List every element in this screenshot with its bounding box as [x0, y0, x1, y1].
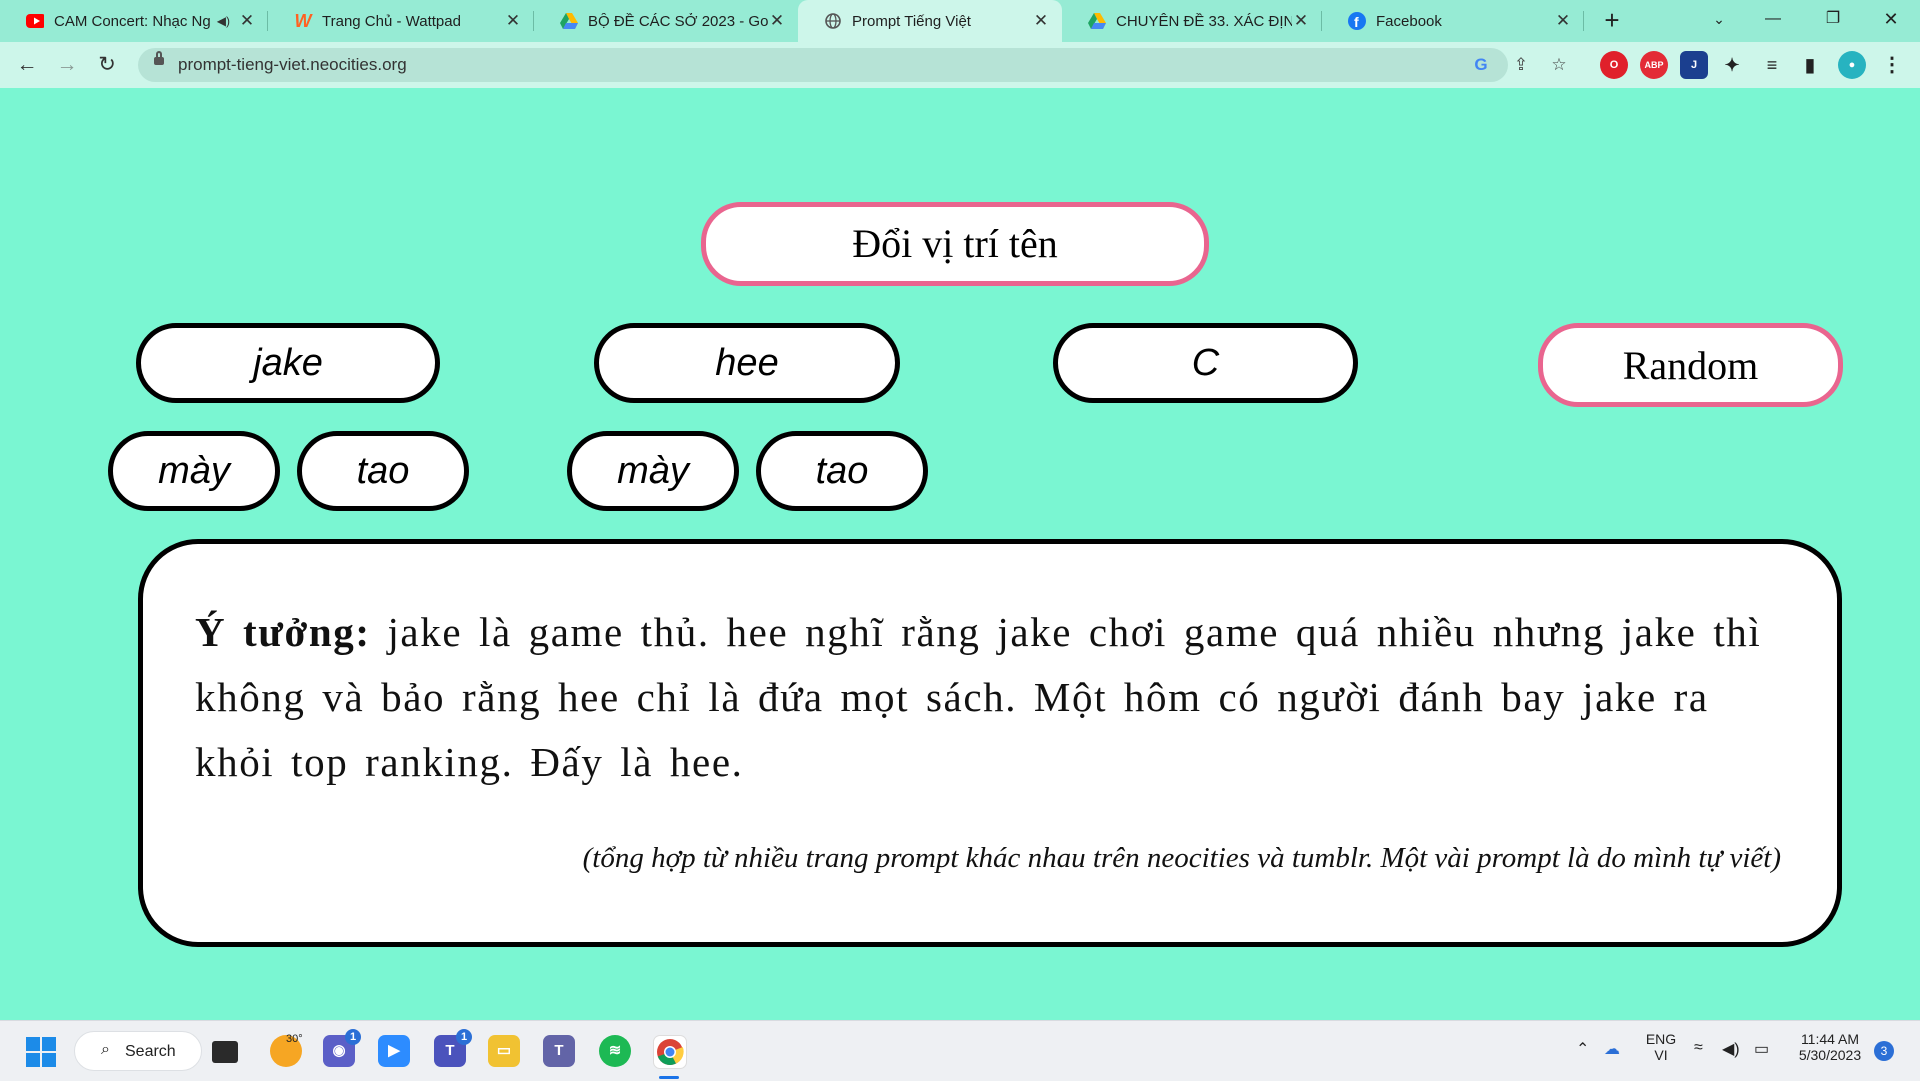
search-label: Search — [125, 1043, 176, 1060]
pronoun-me-1[interactable]: tao — [297, 431, 469, 511]
notification-badge[interactable]: 3 — [1874, 1041, 1894, 1061]
lock-icon — [154, 51, 164, 65]
j-extension-icon[interactable]: J — [1680, 51, 1708, 79]
tab-title: CHUYÊN ĐỀ 33. XÁC ĐỊNH — [1116, 12, 1292, 30]
spotify-icon[interactable]: ≋ — [599, 1035, 631, 1067]
tab-prompt-tieng-viet[interactable]: Prompt Tiếng Việt ✕ — [798, 0, 1062, 42]
search-icon: ⌕ — [101, 1041, 110, 1058]
bookmark-star-icon[interactable]: ☆ — [1548, 54, 1570, 76]
google-drive-icon — [1088, 12, 1106, 30]
pronoun-me-2[interactable]: tao — [756, 431, 928, 511]
volume-icon[interactable]: ◀) — [1722, 1039, 1740, 1059]
tab-facebook[interactable]: f Facebook ✕ — [1322, 0, 1584, 42]
new-tab-button[interactable]: + — [1597, 5, 1627, 35]
url-text[interactable]: prompt-tieng-viet.neocities.org — [178, 55, 407, 75]
tab-strip: CAM Concert: Nhạc Ng ◀) ✕ W Trang Chủ - … — [0, 0, 1920, 42]
address-bar[interactable]: prompt-tieng-viet.neocities.org G ⇪ ☆ — [138, 48, 1567, 82]
zoom-icon[interactable]: ▶ — [378, 1035, 410, 1067]
close-window-button[interactable]: ✕ — [1868, 0, 1914, 40]
weather-temp: 30° — [286, 1033, 303, 1045]
tab-title: BỘ ĐỀ CÁC SỞ 2023 - Goog — [588, 12, 768, 30]
chrome-icon[interactable] — [653, 1035, 687, 1069]
pronoun-you-1[interactable]: mày — [108, 431, 280, 511]
browser-toolbar: ← → ↻ prompt-tieng-viet.neocities.org G … — [0, 42, 1920, 88]
teams-icon[interactable]: T1 — [434, 1029, 472, 1067]
task-view-icon[interactable] — [212, 1041, 238, 1063]
forward-button[interactable]: → — [52, 50, 82, 80]
reload-button[interactable]: ↻ — [92, 50, 122, 80]
tab-google-drive-1[interactable]: BỘ ĐỀ CÁC SỞ 2023 - Goog ✕ — [534, 0, 798, 42]
svg-text:f: f — [1354, 14, 1359, 30]
tab-youtube[interactable]: CAM Concert: Nhạc Ng ◀) ✕ — [0, 0, 268, 42]
globe-icon — [824, 12, 842, 30]
clock-time: 11:44 AM — [1800, 1031, 1860, 1047]
teams-badge: 1 — [456, 1029, 472, 1045]
source-footnote: (tổng hợp từ nhiều trang prompt khác nha… — [582, 842, 1781, 874]
adblock-plus-icon[interactable]: ABP — [1640, 51, 1668, 79]
youtube-icon — [26, 12, 44, 30]
wattpad-icon: W — [294, 10, 312, 31]
language-bottom: VI — [1654, 1047, 1668, 1063]
name-field-3[interactable]: C — [1053, 323, 1358, 403]
language-indicator[interactable]: ENG VI — [1640, 1031, 1682, 1063]
tab-title: Trang Chủ - Wattpad — [322, 12, 461, 30]
share-icon[interactable]: ⇪ — [1510, 54, 1532, 76]
windows-start-icon[interactable] — [26, 1037, 56, 1067]
wifi-icon[interactable]: ≈ — [1694, 1039, 1703, 1057]
tab-title: Facebook — [1376, 12, 1442, 30]
clock[interactable]: 11:44 AM 5/30/2023 — [1790, 1031, 1870, 1063]
file-explorer-icon[interactable]: ▭ — [488, 1035, 520, 1067]
close-tab-icon[interactable]: ✕ — [1554, 11, 1572, 31]
close-tab-icon[interactable]: ✕ — [768, 11, 786, 31]
prompt-card: Ý tưởng: jake là game thủ. hee nghĩ rằng… — [138, 539, 1842, 947]
opera-extension-icon[interactable]: O — [1600, 51, 1628, 79]
idea-label: Ý tưởng: — [195, 609, 371, 655]
tab-wattpad[interactable]: W Trang Chủ - Wattpad ✕ — [268, 0, 534, 42]
profile-avatar[interactable]: ● — [1838, 51, 1866, 79]
close-tab-icon[interactable]: ✕ — [1032, 11, 1050, 31]
teams-work-icon[interactable]: T — [543, 1035, 575, 1067]
tab-search-chevron-icon[interactable]: ⌄ — [1696, 0, 1742, 40]
tab-title: Prompt Tiếng Việt — [852, 12, 971, 30]
speaker-icon[interactable]: ◀) — [217, 14, 230, 28]
back-button[interactable]: ← — [12, 50, 42, 80]
facebook-icon: f — [1348, 12, 1366, 30]
pronoun-you-2[interactable]: mày — [567, 431, 739, 511]
name-field-2[interactable]: hee — [594, 323, 900, 403]
idea-text: jake là game thủ. hee nghĩ rằng jake chơ… — [195, 609, 1762, 785]
extensions-puzzle-icon[interactable]: ✦ — [1718, 51, 1746, 79]
weather-icon[interactable]: 30° — [270, 1033, 303, 1067]
close-tab-icon[interactable]: ✕ — [1292, 11, 1310, 31]
tab-separator — [1583, 11, 1584, 31]
chat-badge: 1 — [345, 1029, 361, 1045]
clock-date: 5/30/2023 — [1798, 1047, 1862, 1063]
side-panel-icon[interactable]: ▮ — [1796, 51, 1824, 79]
google-translate-icon[interactable]: G — [1470, 54, 1492, 76]
menu-kebab-icon[interactable]: ⋮ — [1878, 51, 1906, 79]
chat-icon[interactable]: ◉ 1 — [323, 1029, 361, 1067]
tab-google-drive-2[interactable]: CHUYÊN ĐỀ 33. XÁC ĐỊNH ✕ — [1062, 0, 1322, 42]
battery-icon[interactable]: ▭ — [1754, 1039, 1769, 1059]
close-tab-icon[interactable]: ✕ — [504, 11, 522, 31]
tab-title: CAM Concert: Nhạc Ng — [54, 12, 211, 30]
name-field-1[interactable]: jake — [136, 323, 440, 403]
random-button[interactable]: Random — [1538, 323, 1843, 407]
active-app-indicator — [659, 1076, 679, 1079]
restore-button[interactable]: ❐ — [1810, 0, 1856, 40]
prompt-text: Ý tưởng: jake là game thủ. hee nghĩ rằng… — [195, 600, 1795, 795]
minimize-button[interactable]: — — [1750, 0, 1796, 40]
taskbar-search[interactable]: ⌕ Search — [74, 1031, 202, 1071]
close-tab-icon[interactable]: ✕ — [238, 11, 256, 31]
reading-list-icon[interactable]: ≡ — [1758, 51, 1786, 79]
windows-taskbar: ⌕ Search 30° ◉ 1 ▶ T1 ▭ T ≋ ⌃ ☁ ENG VI ≈ … — [0, 1020, 1920, 1081]
onedrive-icon[interactable]: ☁ — [1604, 1039, 1620, 1059]
show-hidden-icons-chevron-icon[interactable]: ⌃ — [1576, 1039, 1589, 1059]
google-drive-icon — [560, 12, 578, 30]
language-top: ENG — [1645, 1031, 1677, 1047]
swap-names-button[interactable]: Đổi vị trí tên — [701, 202, 1209, 286]
